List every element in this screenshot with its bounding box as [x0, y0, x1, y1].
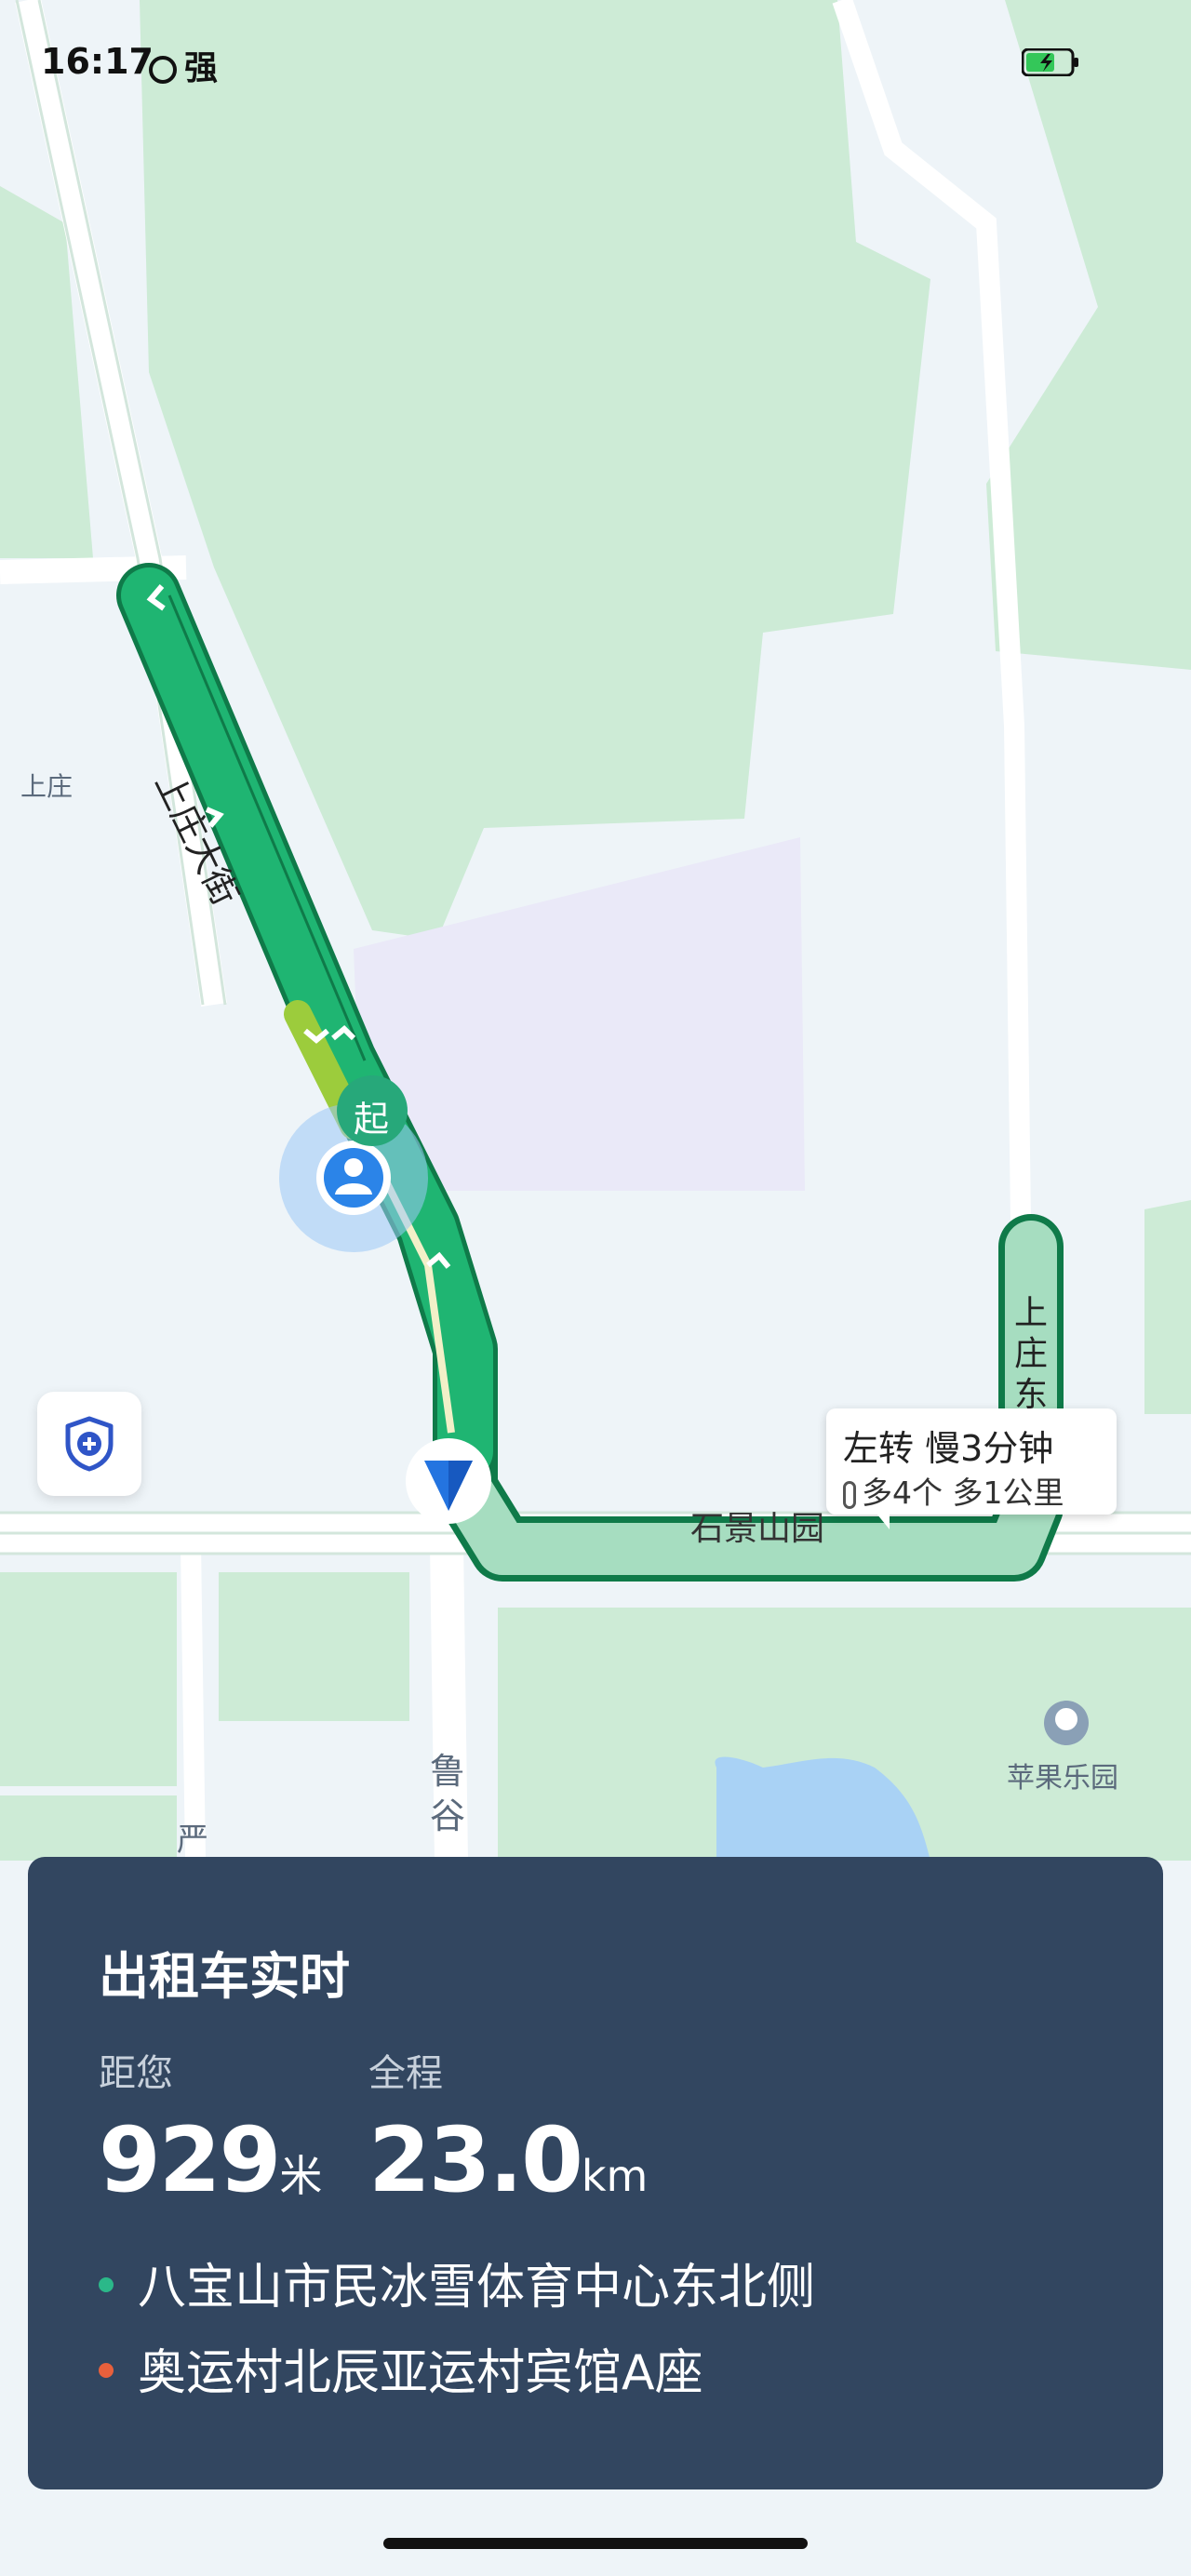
total-label: 全程	[368, 2052, 443, 2095]
battery-icon	[1022, 48, 1078, 76]
road-label-shijingshan: 石景山园	[690, 1510, 825, 1548]
status-time: 16:17	[41, 41, 154, 82]
destination-address: 奥运村北辰亚运村宾馆A座	[138, 2345, 703, 2401]
road-label-yan: 严	[177, 1822, 208, 1859]
shield-plus-icon	[65, 1416, 114, 1472]
callout-turn-text: 左转 慢3分钟	[843, 1428, 1054, 1469]
total-unit: km	[581, 2151, 649, 2201]
distance-label: 距您	[99, 2052, 173, 2095]
origin-row: 八宝山市民冰雪体育中心东北侧	[99, 2248, 815, 2317]
signal-icon	[149, 56, 177, 84]
traffic-light-icon	[843, 1480, 856, 1509]
start-marker-label: 起	[354, 1099, 390, 1140]
map-label-shangzhuang: 上庄	[20, 771, 74, 802]
road-label-shangzhuang-east: 上庄东	[1014, 1294, 1049, 1414]
poi-apple-park-icon[interactable]	[1044, 1701, 1089, 1745]
destination-row: 奥运村北辰亚运村宾馆A座	[99, 2333, 703, 2403]
home-indicator[interactable]	[383, 2538, 808, 2549]
total-value: 23.0km	[368, 2108, 648, 2212]
distance-unit: 米	[279, 2151, 323, 2201]
callout-extra-text: 多4个 多1公里	[843, 1468, 1064, 1513]
signal-strength-label: 强	[184, 49, 219, 87]
distance-number: 929	[99, 2108, 281, 2212]
origin-address: 八宝山市民冰雪体育中心东北侧	[138, 2260, 816, 2316]
status-signal: 强	[149, 41, 218, 89]
safety-shield-button[interactable]	[37, 1392, 141, 1496]
distance-value: 929米	[99, 2108, 322, 2212]
route-alternative-callout[interactable]: 左转 慢3分钟 多4个 多1公里	[826, 1408, 1117, 1529]
destination-dot	[99, 2363, 114, 2378]
navigation-arrow-icon[interactable]	[406, 1438, 491, 1524]
poi-label-apple-park[interactable]: 苹果乐园	[1007, 1755, 1118, 1795]
panel-title: 出租车实时	[99, 1947, 350, 2006]
callout-extra-label: 多4个 多1公里	[862, 1475, 1064, 1511]
total-number: 23.0	[368, 2108, 583, 2212]
taxi-info-panel[interactable]: 出租车实时 距您 全程 929米 23.0km 八宝山市民冰雪体育中心东北侧 奥…	[28, 1857, 1163, 2489]
road-label-lugu: 鲁谷	[430, 1751, 466, 1836]
origin-dot	[99, 2277, 114, 2292]
callout-tail	[873, 1509, 890, 1529]
status-bar: 16:17 强	[0, 0, 1191, 130]
